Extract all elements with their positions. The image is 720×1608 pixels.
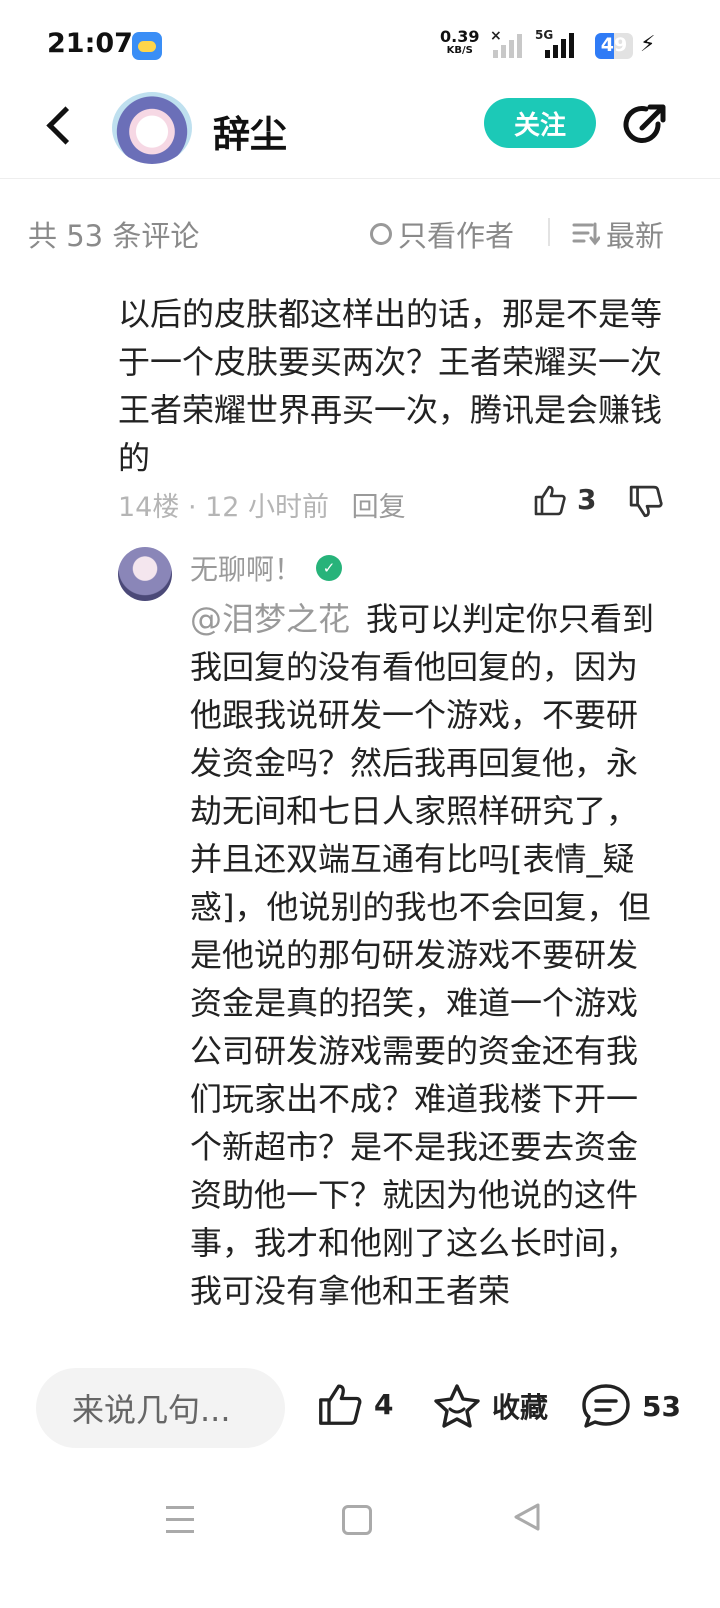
only-author-label: 只看作者	[398, 219, 515, 253]
system-nav-bar	[0, 1472, 720, 1608]
author-avatar[interactable]	[112, 92, 192, 164]
network-speed: 0.39 KB/S	[440, 29, 479, 58]
scroll-fade	[0, 1300, 720, 1342]
sort-label: 最新	[606, 219, 665, 253]
reply-avatar[interactable]	[118, 547, 172, 601]
recents-icon[interactable]	[166, 1506, 194, 1542]
comment-filter-bar: 共 53 条评论 只看作者 最新	[0, 180, 720, 270]
comment-list[interactable]: ▔▔▔▔ ▔▔▔▔▔ ▔▔▔▔▔ 以后的皮肤都这样出的话，那是不是等于一个皮肤要…	[0, 270, 720, 1342]
thumbs-up-icon	[319, 1384, 362, 1425]
back-nav-icon[interactable]	[512, 1502, 542, 1532]
thumbs-down-icon[interactable]	[628, 485, 664, 519]
author-name[interactable]: 辞尘	[213, 104, 287, 158]
weather-icon	[132, 32, 162, 60]
reply-body: 我可以判定你只看到我回复的没有看他回复的，因为他跟我说研发一个游戏，不要研发资金…	[190, 600, 655, 1310]
battery-level: 49	[600, 34, 628, 56]
home-icon[interactable]	[342, 1505, 372, 1535]
thumbs-up-icon	[534, 485, 566, 515]
only-author-toggle[interactable]: 只看作者	[370, 213, 514, 255]
favorite-button[interactable]: 收藏	[432, 1382, 548, 1430]
reply-text: @泪梦之花 我可以判定你只看到我回复的没有看他回复的，因为他跟我说研发一个游戏，不…	[190, 595, 656, 1315]
reply-button[interactable]: 回复	[352, 492, 406, 523]
mention-link[interactable]: @泪梦之花	[190, 600, 350, 638]
back-icon[interactable]	[40, 100, 80, 150]
comment-count-label: 共 53 条评论	[28, 219, 200, 253]
battery-icon: 49	[595, 33, 633, 59]
radio-icon	[370, 223, 392, 245]
charging-icon: ⚡	[640, 32, 656, 57]
signal-1-icon	[493, 34, 522, 58]
follow-button[interactable]: 关注	[484, 98, 596, 148]
comment-text: 以后的皮肤都这样出的话，那是不是等于一个皮肤要买两次？王者荣耀买一次王者荣耀世界…	[118, 295, 663, 477]
bottom-action-bar: 来说几句... 4 收藏 53	[0, 1342, 720, 1472]
comment-input[interactable]: 来说几句...	[36, 1368, 285, 1448]
post-header: 辞尘 关注	[0, 92, 720, 179]
reply-user[interactable]: 无聊啊！ ✓	[190, 548, 343, 588]
comment-like-count: 3	[577, 483, 597, 516]
reply-username: 无聊啊！	[190, 553, 303, 586]
post-like-count: 4	[374, 1387, 394, 1421]
comment-like-button[interactable]: 3	[533, 483, 596, 516]
comment-floor-time: 14楼 · 12 小时前	[118, 492, 330, 523]
status-bar: 21:07 0.39 KB/S × 5G 49 ⚡	[0, 0, 720, 92]
sort-icon	[572, 222, 600, 246]
signal-2-icon	[545, 33, 574, 58]
sort-toggle[interactable]: 最新	[572, 213, 664, 255]
favorite-label: 收藏	[492, 1391, 549, 1424]
comments-button[interactable]: 53	[580, 1382, 681, 1430]
divider	[548, 218, 550, 246]
verified-badge-icon: ✓	[316, 555, 343, 581]
status-time: 21:07	[47, 28, 133, 59]
comment-meta: 14楼 · 12 小时前 回复	[118, 485, 406, 524]
post-like-button[interactable]: 4	[316, 1382, 393, 1426]
comments-count: 53	[642, 1389, 681, 1423]
star-icon	[434, 1384, 480, 1428]
network-speed-unit: KB/S	[446, 45, 473, 56]
comment-bubble-icon	[582, 1384, 630, 1428]
share-icon[interactable]	[620, 100, 670, 150]
